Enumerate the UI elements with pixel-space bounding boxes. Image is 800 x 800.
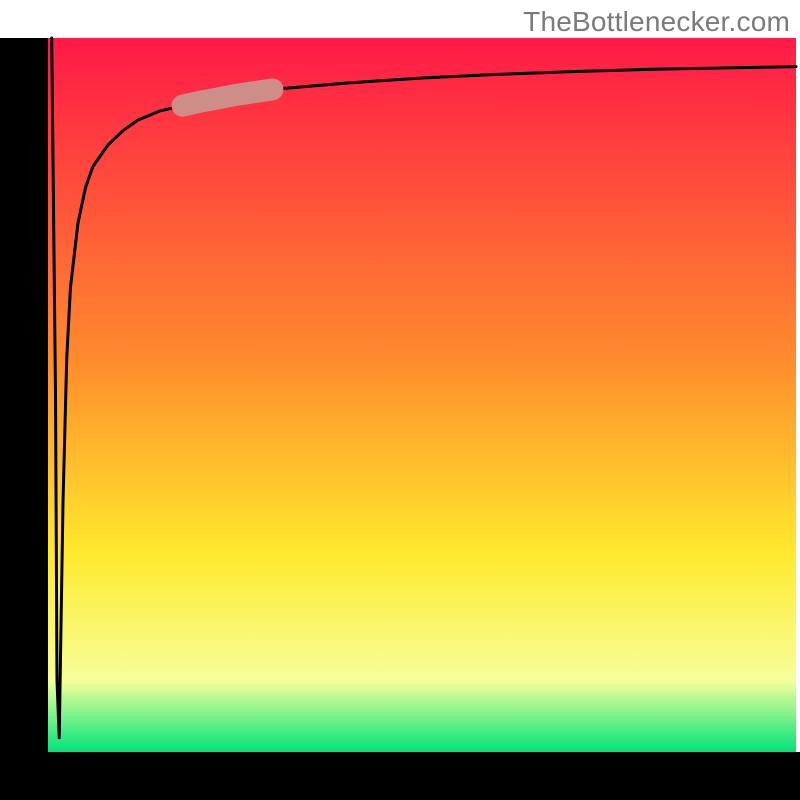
frame-left	[0, 38, 48, 800]
chart-stage: TheBottlenecker.com	[0, 0, 800, 800]
plot-background	[48, 38, 796, 752]
bottleneck-chart	[0, 0, 800, 800]
frame-bottom	[0, 752, 800, 800]
